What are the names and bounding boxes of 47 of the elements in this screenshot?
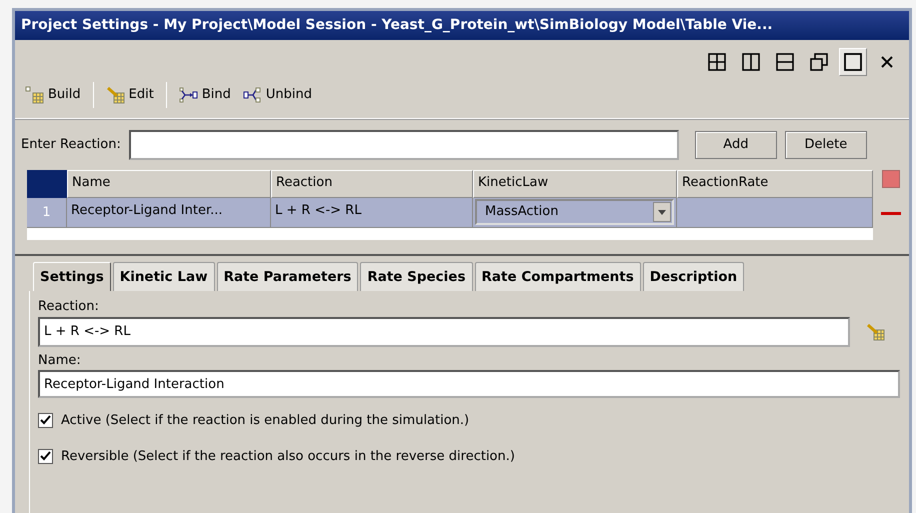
- tab[interactable]: Rate Parameters: [216, 262, 358, 292]
- pencil-grid-icon: [866, 322, 885, 341]
- grid-icon: [708, 53, 726, 71]
- checkbox-label: Reversible (Select if the reaction also occurs in the reverse direction.): [61, 448, 515, 466]
- minus-icon: [881, 212, 901, 215]
- stop-icon: [882, 170, 900, 188]
- checkbox[interactable]: [38, 448, 53, 464]
- unbind-icon: [242, 86, 262, 104]
- layout-button[interactable]: [839, 48, 867, 76]
- table-cell: L + R <-> RL: [271, 198, 473, 228]
- check-icon: [40, 451, 51, 462]
- columns-icon: [742, 53, 760, 71]
- kinetic-law-dropdown[interactable]: MassAction: [475, 199, 674, 225]
- name-field[interactable]: Receptor-Ligand Interaction: [38, 370, 900, 398]
- reaction-input[interactable]: [128, 130, 679, 160]
- checkbox-label: Active (Select if the reaction is enabled during the simulation.): [61, 412, 470, 430]
- action-button[interactable]: Delete: [784, 131, 867, 159]
- build-button[interactable]: Build: [21, 83, 85, 107]
- column-header[interactable]: Name: [67, 170, 271, 198]
- header-corner: [27, 170, 67, 198]
- tab[interactable]: Kinetic Law: [112, 262, 215, 292]
- bind-button[interactable]: Bind: [174, 83, 235, 107]
- checkbox[interactable]: [38, 412, 53, 428]
- rows-icon: [776, 53, 794, 71]
- column-header[interactable]: ReactionRate: [677, 170, 873, 198]
- check-icon: [40, 415, 51, 426]
- table-cell: Receptor-Ligand Inter...: [67, 198, 271, 228]
- tab[interactable]: Rate Compartments: [474, 262, 641, 292]
- unbind-button[interactable]: Unbind: [238, 83, 316, 107]
- field-label: Enter Reaction:: [21, 136, 121, 154]
- column-header[interactable]: KineticLaw: [473, 170, 677, 198]
- column-header[interactable]: Reaction: [271, 170, 473, 198]
- bind-icon: [178, 86, 198, 104]
- grid-icon: [25, 86, 44, 104]
- field-label: Name:: [38, 352, 82, 370]
- field-label: Reaction:: [38, 298, 100, 316]
- tab[interactable]: Settings: [33, 262, 111, 292]
- tab[interactable]: Rate Species: [360, 262, 472, 292]
- pencil-grid-icon: [106, 86, 125, 104]
- caret-icon: [658, 210, 666, 214]
- action-button[interactable]: Add: [694, 131, 777, 159]
- tab[interactable]: Description: [642, 262, 744, 292]
- restore-icon: [810, 53, 828, 71]
- maximize-icon: [844, 53, 862, 71]
- window-title: Project Settings - My Project\Model Session - Yeast_G_Protein_wt\SimBiology Model\Table Vie...: [15, 11, 909, 40]
- edit-button[interactable]: Edit: [102, 83, 158, 107]
- reaction-field[interactable]: L + R <-> RL: [38, 316, 850, 347]
